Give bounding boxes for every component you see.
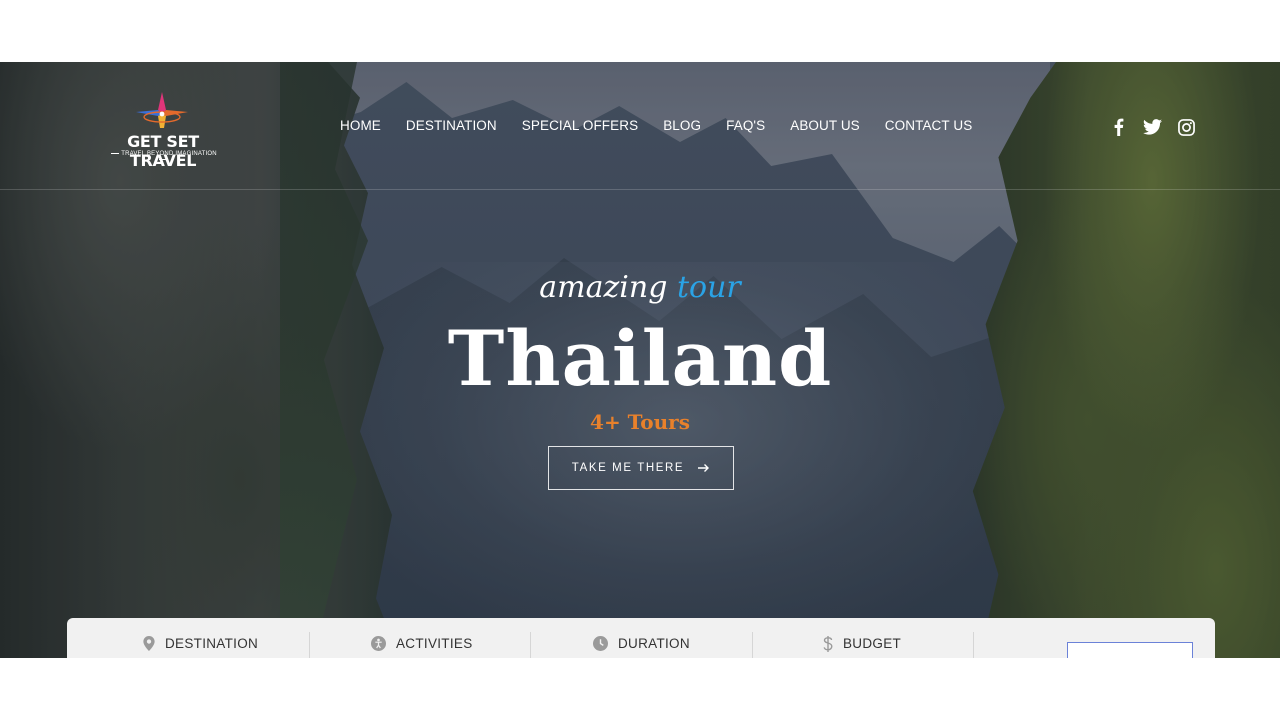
nav-home[interactable]: HOME (340, 118, 381, 133)
activities-filter[interactable]: ACTIVITIES (371, 636, 473, 658)
search-button[interactable] (1067, 642, 1193, 658)
twitter-icon[interactable] (1142, 117, 1162, 137)
tagline-word-tour: tour (676, 270, 741, 305)
hero-section: GET SET TRAVEL TRAVEL BEYOND IMAGINATION… (0, 62, 1280, 658)
duration-filter-label: DURATION (618, 636, 690, 651)
site-logo[interactable]: GET SET TRAVEL TRAVEL BEYOND IMAGINATION (104, 90, 222, 170)
facebook-icon[interactable] (1108, 117, 1128, 137)
field-divider (752, 632, 753, 658)
nav-faqs[interactable]: FAQ'S (726, 118, 765, 133)
nav-about-us[interactable]: ABOUT US (790, 118, 860, 133)
hero-tours-count: 4+ Tours (590, 410, 690, 434)
main-nav: HOME DESTINATION SPECIAL OFFERS BLOG FAQ… (340, 118, 997, 133)
instagram-icon[interactable] (1176, 117, 1196, 137)
map-pin-icon (143, 636, 155, 651)
social-links (1108, 117, 1196, 137)
destination-filter-label: DESTINATION (165, 636, 259, 651)
field-divider (309, 632, 310, 658)
dollar-icon (823, 636, 833, 652)
duration-filter[interactable]: DURATION (593, 636, 690, 658)
activity-icon (371, 636, 386, 651)
field-divider (973, 632, 974, 658)
field-divider (530, 632, 531, 658)
hero-destination-title: Thailand (447, 314, 833, 403)
arrow-right-icon (698, 464, 710, 472)
site-header: GET SET TRAVEL TRAVEL BEYOND IMAGINATION… (0, 62, 1280, 190)
clock-icon (593, 636, 608, 651)
nav-blog[interactable]: BLOG (663, 118, 701, 133)
cta-label: TAKE ME THERE (571, 462, 685, 474)
tagline-word-amazing: amazing (539, 270, 668, 305)
activities-filter-label: ACTIVITIES (396, 636, 473, 651)
tour-search-panel: DESTINATION ACTIVITIES DURATION BUDGET (67, 618, 1215, 658)
compass-logo-icon (136, 92, 188, 128)
logo-subtitle: TRAVEL BEYOND IMAGINATION (104, 151, 222, 163)
nav-destination[interactable]: DESTINATION (406, 118, 497, 133)
destination-filter[interactable]: DESTINATION (143, 636, 258, 658)
take-me-there-button[interactable]: TAKE ME THERE (548, 446, 734, 490)
nav-contact-us[interactable]: CONTACT US (885, 118, 973, 133)
nav-special-offers[interactable]: SPECIAL OFFERS (522, 118, 638, 133)
budget-filter[interactable]: BUDGET (823, 636, 901, 658)
budget-filter-label: BUDGET (843, 636, 902, 651)
hero-tagline: amazing tour (0, 270, 1280, 305)
